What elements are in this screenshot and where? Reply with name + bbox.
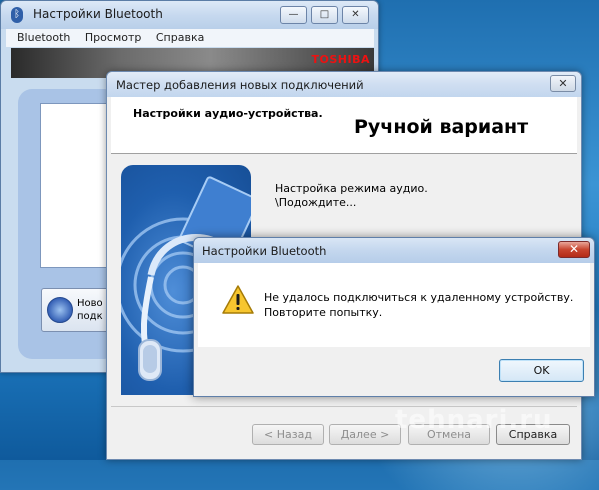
wizard-close-button[interactable]: ✕ xyxy=(550,75,576,92)
menu-view[interactable]: Просмотр xyxy=(85,29,141,47)
status-text-line1: Настройка режима аудио. xyxy=(275,182,428,195)
wizard-title: Мастер добавления новых подключений xyxy=(116,78,364,92)
wizard-step-title: Настройки аудио-устройства. xyxy=(133,107,323,120)
menu-bar: Bluetooth Просмотр Справка xyxy=(6,29,374,47)
minimize-button[interactable]: — xyxy=(280,6,307,24)
dialog-titlebar[interactable]: Настройки Bluetooth ✕ xyxy=(194,238,594,263)
new-connection-label-line2: подк xyxy=(77,311,103,322)
window-titlebar[interactable]: ᛒ Настройки Bluetooth — □ ✕ xyxy=(1,1,378,29)
warning-icon xyxy=(222,285,254,314)
error-dialog: Настройки Bluetooth ✕ Не удалось подключ… xyxy=(193,237,595,397)
device-list[interactable] xyxy=(40,103,110,268)
window-title: Настройки Bluetooth xyxy=(33,7,163,21)
dialog-title: Настройки Bluetooth xyxy=(202,244,327,258)
error-message-line2: Повторите попытку. xyxy=(264,306,383,319)
close-button[interactable]: ✕ xyxy=(342,6,369,24)
dialog-body: Не удалось подключиться к удаленному уст… xyxy=(198,263,590,347)
error-message-line1: Не удалось подключиться к удаленному уст… xyxy=(264,291,574,304)
menu-bluetooth[interactable]: Bluetooth xyxy=(17,29,70,47)
back-button[interactable]: < Назад xyxy=(252,424,324,445)
site-watermark: tehnari.ru xyxy=(395,405,553,435)
wizard-header: Настройки аудио-устройства. Ручной вариа… xyxy=(111,97,577,154)
new-connection-icon xyxy=(47,297,73,323)
bluetooth-icon: ᛒ xyxy=(11,7,23,23)
ok-button[interactable]: OK xyxy=(499,359,584,382)
overlay-caption: Ручной вариант xyxy=(354,116,529,138)
maximize-button[interactable]: □ xyxy=(311,6,338,24)
new-connection-label-line1: Ново xyxy=(77,298,103,309)
next-button[interactable]: Далее > xyxy=(329,424,401,445)
dialog-close-button[interactable]: ✕ xyxy=(558,241,590,258)
status-text-line2: \Подождите... xyxy=(275,196,357,209)
toshiba-logo: TOSHIBA xyxy=(311,53,370,66)
wizard-titlebar[interactable]: Мастер добавления новых подключений ✕ xyxy=(107,72,581,97)
menu-help[interactable]: Справка xyxy=(156,29,204,47)
